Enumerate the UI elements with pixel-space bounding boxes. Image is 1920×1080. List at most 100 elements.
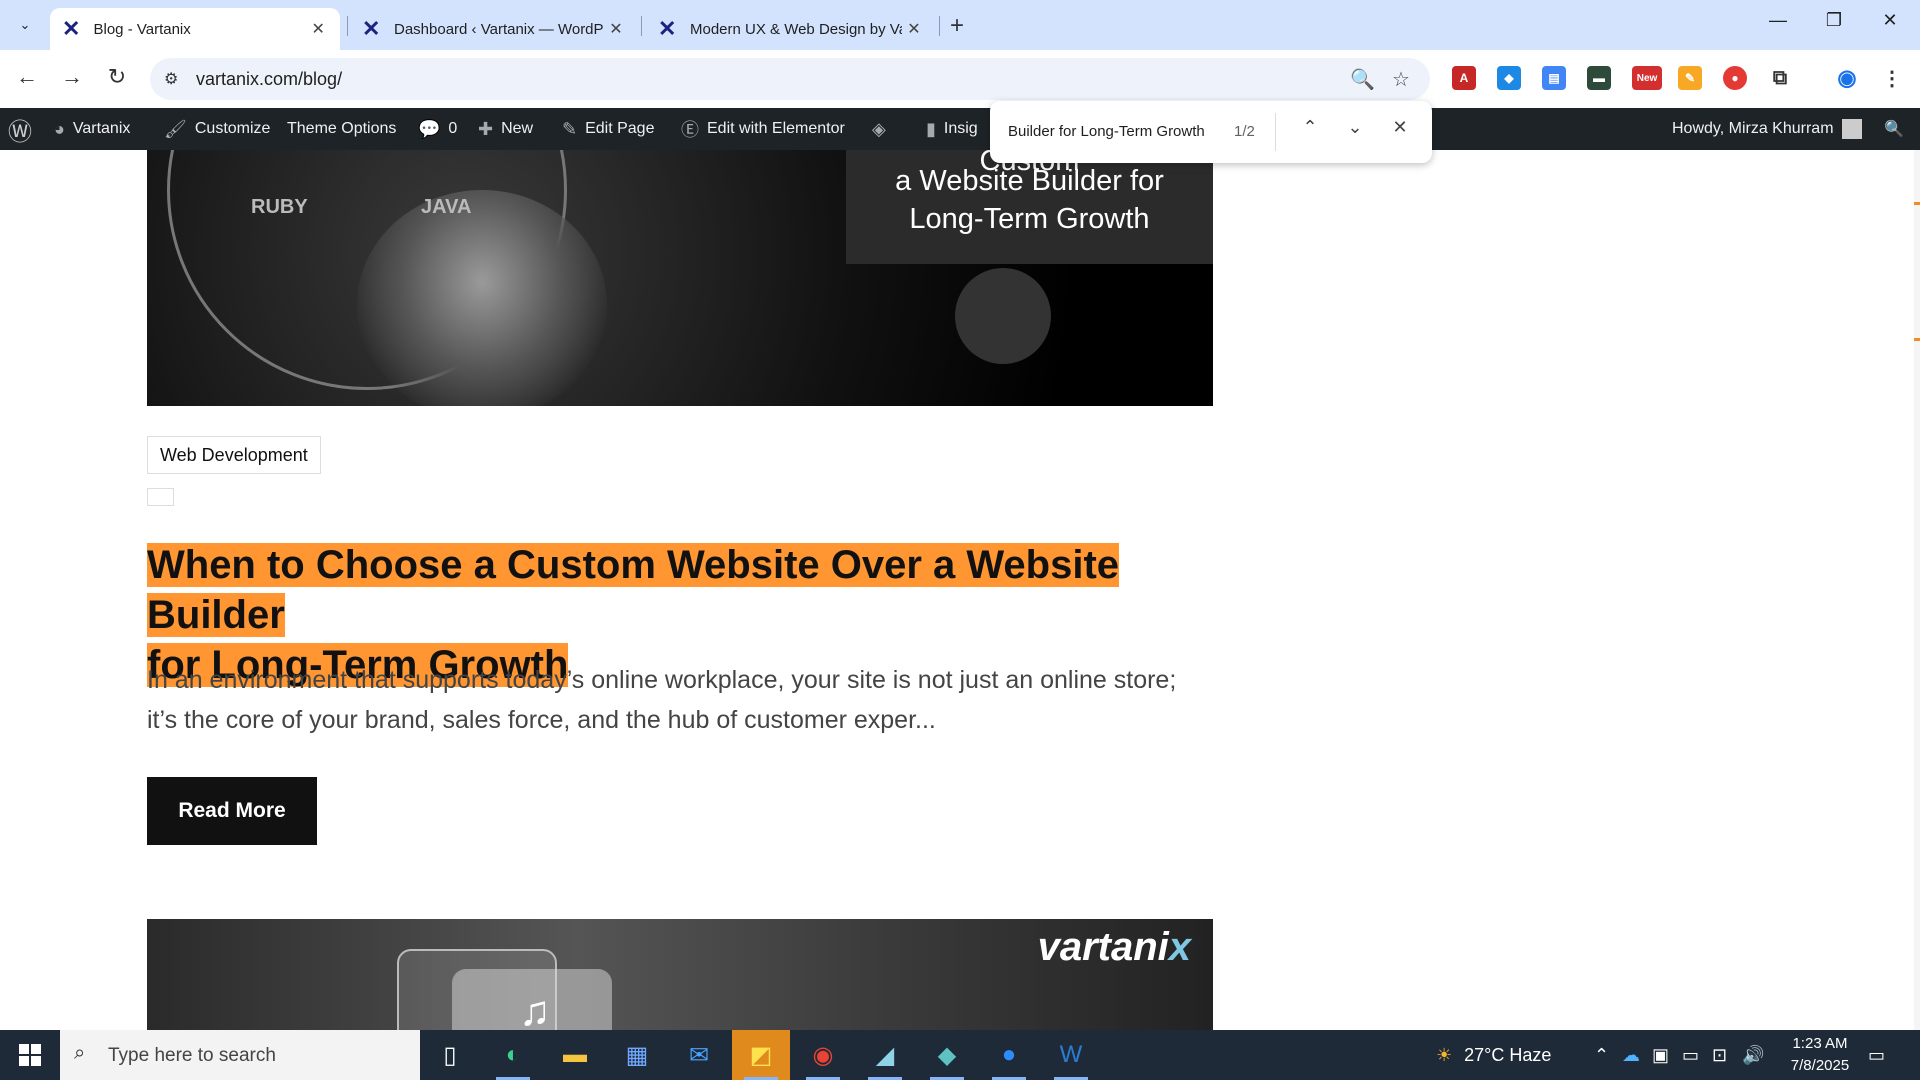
network-icon[interactable]: ⊡ [1712, 1030, 1727, 1080]
edge-browser-icon[interactable]: ◐ [484, 1030, 542, 1080]
find-in-page-icon[interactable]: 🔍 [1350, 67, 1375, 92]
new-extension-icon[interactable]: New [1632, 66, 1662, 90]
find-input[interactable]: Builder for Long-Term Growth [1008, 123, 1205, 140]
account-menu[interactable]: Howdy, Mirza Khurram [1672, 108, 1862, 150]
minimize-icon[interactable]: — [1758, 10, 1798, 31]
file-explorer-icon[interactable]: ▬ [546, 1030, 604, 1080]
hero-text-panel: Custom a Website Builder for Long-Term G… [846, 150, 1213, 264]
tab-search-chevron-icon[interactable]: ⌄ [10, 10, 40, 40]
address-bar[interactable]: ⚙ vartanix.com/blog/ 🔍 ☆ [150, 58, 1430, 100]
forward-icon[interactable]: → [57, 64, 87, 90]
task-view-icon[interactable]: ▯ [421, 1030, 479, 1080]
volume-icon[interactable]: 🔊 [1742, 1030, 1764, 1080]
admin-search-icon[interactable]: 🔍 [1884, 108, 1904, 150]
chrome-icon[interactable]: ◉ [794, 1030, 852, 1080]
wordpress-logo-icon[interactable]: Ⓦ [8, 108, 40, 150]
brush-icon: 🖌 [164, 118, 187, 139]
comments-count: 0 [448, 120, 458, 137]
url-text: vartanix.com/blog/ [196, 69, 343, 89]
site-info-icon[interactable]: ⚙ [164, 69, 178, 89]
vartanix-favicon-icon: ✕ [62, 16, 81, 41]
close-icon[interactable]: ✕ [904, 19, 924, 39]
new-content-link[interactable]: ✚ New [478, 108, 533, 150]
diamond-plugin-icon[interactable]: ◈ [872, 108, 894, 150]
restore-icon[interactable]: ❐ [1814, 10, 1854, 31]
post-excerpt: In an environment that supports today’s … [147, 666, 1177, 734]
category-tag[interactable]: Web Development [147, 436, 321, 474]
window-close-icon[interactable]: ✕ [1870, 10, 1910, 31]
tab-separator [347, 16, 348, 36]
empty-meta-box [147, 488, 174, 506]
customize-link[interactable]: 🖌 Customize [164, 108, 270, 150]
chevron-down-icon[interactable]: ⌄ [1340, 117, 1370, 138]
taskbar-search-box[interactable]: ⌕ Type here to search [60, 1030, 420, 1080]
read-more-button[interactable]: Read More [147, 777, 317, 845]
tab-separator [641, 16, 642, 36]
vartanix-favicon-icon: ✕ [362, 16, 381, 41]
new-tab-icon[interactable]: + [950, 12, 964, 40]
notifications-icon[interactable]: ▭ [1868, 1030, 1885, 1080]
tab-blog[interactable]: ✕ Blog - Vartanix ✕ [50, 8, 340, 50]
notepad-app-icon[interactable]: ◢ [856, 1030, 914, 1080]
docs-extension-icon[interactable]: ▤ [1542, 66, 1566, 90]
battery-icon[interactable]: ▭ [1682, 1030, 1699, 1080]
zoom-icon[interactable]: ● [980, 1030, 1038, 1080]
windows-start-icon[interactable] [0, 1030, 60, 1080]
howdy-label: Howdy, Mirza Khurram [1672, 120, 1834, 137]
menu-kebab-icon[interactable]: ⋮ [1880, 66, 1904, 90]
logo-x: x [1168, 925, 1191, 969]
comments-link[interactable]: 💬 0 [418, 108, 457, 150]
hero-hand-image [357, 190, 607, 406]
word-icon[interactable]: W [1042, 1030, 1100, 1080]
shield-extension-icon[interactable]: ◆ [1497, 66, 1521, 90]
customize-label: Customize [194, 120, 271, 137]
edit-page-label: Edit Page [585, 120, 655, 137]
vartanix-favicon-icon: ✕ [658, 16, 677, 41]
page-scrollbar[interactable] [1914, 150, 1920, 1030]
next-post-featured-image[interactable]: ♫ vartanix [147, 919, 1213, 1030]
wallet-extension-icon[interactable]: ▬ [1587, 66, 1611, 90]
tab-separator [939, 16, 940, 36]
close-icon[interactable]: ✕ [308, 19, 328, 39]
pdf-extension-icon[interactable]: A [1452, 66, 1476, 90]
tray-chevron-up-icon[interactable]: ⌃ [1594, 1030, 1609, 1080]
theme-options-link[interactable]: Theme Options [287, 108, 396, 150]
chevron-up-icon[interactable]: ⌃ [1295, 117, 1325, 138]
sticky-notes-icon[interactable]: ◩ [732, 1030, 790, 1080]
insights-label: Insig [943, 120, 978, 137]
pokeball-extension-icon[interactable]: ● [1723, 66, 1747, 90]
tray-app-icon[interactable]: ▣ [1652, 1030, 1669, 1080]
site-name-label: Vartanix [72, 120, 131, 137]
wp-admin-bar: Ⓦ ◕ Vartanix 🖌 Customize Theme Options 💬… [0, 108, 1920, 150]
onedrive-icon[interactable]: ☁ [1622, 1030, 1640, 1080]
tab-title: Modern UX & Web Design by Vartanix [690, 20, 902, 38]
vartanix-logo: vartanix [1038, 925, 1191, 970]
bookmark-star-icon[interactable]: ☆ [1392, 67, 1410, 92]
insights-link[interactable]: ▮ Insig [926, 108, 978, 150]
tab-strip: ⌄ ✕ Blog - Vartanix ✕ ✕ Dashboard ‹ Vart… [0, 0, 1920, 50]
edit-elementor-link[interactable]: Ⓔ Edit with Elementor [681, 108, 845, 150]
weather-widget[interactable]: ☀ 27°C Haze [1436, 1030, 1551, 1080]
screen: ⌄ ✕ Blog - Vartanix ✕ ✕ Dashboard ‹ Vart… [0, 0, 1920, 1080]
profile-icon[interactable]: ◉ [1835, 65, 1859, 90]
weather-text: 27°C Haze [1464, 1044, 1552, 1065]
find-close-icon[interactable]: ✕ [1385, 117, 1415, 138]
back-icon[interactable]: ← [12, 64, 42, 90]
site-name-link[interactable]: ◕ Vartanix [54, 108, 130, 150]
close-icon[interactable]: ✕ [606, 19, 626, 39]
ms-store-icon[interactable]: ▦ [608, 1030, 666, 1080]
hero-panel-line2: a Website Builder for [895, 165, 1164, 197]
post-featured-image[interactable]: RUBY JAVA Custom a Website Builder for L… [147, 150, 1213, 406]
taskbar-search-placeholder: Type here to search [108, 1045, 276, 1066]
hero-lang-java: JAVA [421, 196, 472, 218]
diamond-app-icon[interactable]: ◆ [918, 1030, 976, 1080]
edit-page-link[interactable]: ✎ Edit Page [562, 108, 654, 150]
reload-icon[interactable]: ↻ [102, 64, 132, 90]
yellow-extension-icon[interactable]: ✎ [1678, 66, 1702, 90]
extensions-puzzle-icon[interactable]: ⧉ [1768, 66, 1792, 90]
tab-dashboard[interactable]: ✕ Dashboard ‹ Vartanix — WordPress ✕ [350, 8, 638, 50]
system-clock[interactable]: 1:23 AM 7/8/2025 [1770, 1033, 1870, 1077]
elementor-icon: Ⓔ [681, 120, 699, 140]
tab-modern-ux[interactable]: ✕ Modern UX & Web Design by Vartanix ✕ [646, 8, 936, 50]
mail-icon[interactable]: ✉ [670, 1030, 728, 1080]
